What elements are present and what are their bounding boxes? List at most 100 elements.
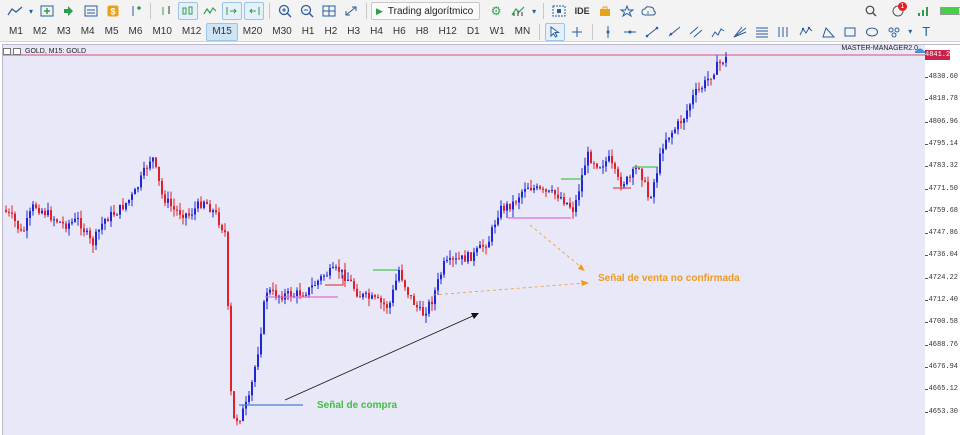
candle-body bbox=[656, 173, 658, 183]
candle-body bbox=[527, 187, 529, 190]
timeframe-button-m3[interactable]: M3 bbox=[52, 23, 76, 41]
candle-body bbox=[308, 287, 310, 295]
algo-trading-button[interactable]: ▶ Trading algorítmico bbox=[371, 2, 481, 20]
expert-advisor-name: MASTER-MANAGER2.0 bbox=[841, 45, 918, 52]
crosshair-icon[interactable] bbox=[567, 23, 587, 41]
chevron-down-icon[interactable]: ▾ bbox=[906, 23, 914, 41]
tile-windows-icon[interactable] bbox=[319, 2, 339, 20]
trendline-icon[interactable] bbox=[642, 23, 662, 41]
market-bag-icon[interactable] bbox=[595, 2, 615, 20]
chevron-down-icon[interactable]: ▾ bbox=[530, 2, 538, 20]
candle-body bbox=[458, 258, 460, 260]
price-chart[interactable] bbox=[2, 44, 926, 435]
timeframe-button-m15[interactable]: M15 bbox=[206, 22, 238, 41]
candle-body bbox=[140, 175, 142, 188]
pitchfork-icon[interactable] bbox=[708, 23, 728, 41]
candle-body bbox=[332, 267, 334, 269]
candle-body bbox=[20, 229, 22, 231]
zoom-out-icon[interactable] bbox=[297, 2, 317, 20]
timeframe-button-m20[interactable]: M20 bbox=[238, 23, 267, 41]
candle-body bbox=[71, 221, 73, 224]
timeframe-button-h12[interactable]: H12 bbox=[433, 23, 461, 41]
candle-body bbox=[482, 244, 484, 247]
horizontal-line-icon[interactable] bbox=[620, 23, 640, 41]
candle-body bbox=[716, 61, 718, 75]
expert-advisor-hat-icon[interactable] bbox=[915, 45, 925, 54]
candle-body bbox=[545, 189, 547, 192]
candle-body bbox=[26, 218, 28, 231]
shapes-icon[interactable] bbox=[884, 23, 904, 41]
screenshot-icon[interactable] bbox=[549, 2, 569, 20]
axis-tick bbox=[925, 166, 928, 168]
candle-body bbox=[662, 148, 664, 154]
candle-body bbox=[119, 204, 121, 215]
timeframe-button-m10[interactable]: M10 bbox=[147, 23, 176, 41]
timeframe-button-m1[interactable]: M1 bbox=[4, 23, 28, 41]
rectangle-shape-icon[interactable] bbox=[840, 23, 860, 41]
timeframe-button-m12[interactable]: M12 bbox=[177, 23, 206, 41]
fibonacci-levels-icon[interactable] bbox=[752, 23, 772, 41]
candle-body bbox=[77, 218, 79, 220]
candle-body bbox=[65, 223, 67, 229]
search-icon[interactable] bbox=[861, 2, 881, 20]
ide-button[interactable]: IDE bbox=[571, 2, 593, 20]
timeframe-button-mn[interactable]: MN bbox=[510, 23, 536, 41]
chart-type-icon[interactable] bbox=[5, 2, 25, 20]
timeframe-button-d1[interactable]: D1 bbox=[462, 23, 485, 41]
candle-body bbox=[272, 289, 274, 291]
symbol-header: GOLD, M15: GOLD bbox=[25, 47, 87, 55]
vps-cloud-icon[interactable] bbox=[639, 2, 659, 20]
candle-body bbox=[209, 204, 211, 213]
elliott-wave-icon[interactable] bbox=[796, 23, 816, 41]
text-tool-icon[interactable]: T bbox=[916, 23, 936, 41]
bar-chart-icon[interactable] bbox=[156, 2, 176, 20]
timeframe-button-h4[interactable]: H4 bbox=[365, 23, 388, 41]
zoom-in-icon[interactable] bbox=[275, 2, 295, 20]
new-order-icon[interactable] bbox=[125, 2, 145, 20]
dollar-icon[interactable]: $ bbox=[103, 2, 123, 20]
chevron-down-icon[interactable]: ▾ bbox=[27, 2, 35, 20]
timeframe-button-m4[interactable]: M4 bbox=[76, 23, 100, 41]
timeframe-button-h8[interactable]: H8 bbox=[411, 23, 434, 41]
candle-body bbox=[389, 302, 391, 308]
signals-icon[interactable] bbox=[617, 2, 637, 20]
channel-icon[interactable] bbox=[686, 23, 706, 41]
candle-body bbox=[47, 210, 49, 216]
line-chart-icon[interactable] bbox=[200, 2, 220, 20]
new-chart-icon[interactable] bbox=[37, 2, 57, 20]
ray-line-icon[interactable] bbox=[664, 23, 684, 41]
timeframe-button-m30[interactable]: M30 bbox=[267, 23, 296, 41]
settings-gear-icon[interactable]: ⚙ bbox=[486, 2, 506, 20]
fullscreen-icon[interactable] bbox=[341, 2, 361, 20]
chart-shift-icon[interactable] bbox=[244, 2, 264, 20]
chart-canvas[interactable] bbox=[3, 45, 926, 435]
cursor-icon[interactable] bbox=[545, 22, 566, 41]
timeframe-button-h2[interactable]: H2 bbox=[320, 23, 343, 41]
ellipse-shape-icon[interactable] bbox=[862, 23, 882, 41]
candle-body bbox=[101, 223, 103, 230]
timeframe-button-w1[interactable]: W1 bbox=[485, 23, 510, 41]
timeframe-button-h3[interactable]: H3 bbox=[342, 23, 365, 41]
vertical-line-icon[interactable] bbox=[598, 23, 618, 41]
timeframe-button-m6[interactable]: M6 bbox=[124, 23, 148, 41]
price-axis[interactable]: 4830.60 4818.78 4806.96 4795.14 4783.32 4771.… bbox=[925, 44, 960, 435]
candle-body bbox=[701, 88, 703, 90]
candle-body bbox=[713, 74, 715, 79]
fibonacci-fan-icon[interactable] bbox=[730, 23, 750, 41]
candle-body bbox=[236, 418, 238, 421]
notifications-icon[interactable]: 1 bbox=[888, 2, 908, 20]
indicators-icon[interactable] bbox=[508, 2, 528, 20]
timeframe-button-m2[interactable]: M2 bbox=[28, 23, 52, 41]
signal-strength-icon[interactable] bbox=[913, 2, 933, 20]
candle-body bbox=[620, 176, 622, 187]
timeframe-button-m5[interactable]: M5 bbox=[100, 23, 124, 41]
terminal-icon[interactable] bbox=[81, 2, 101, 20]
timeframe-button-h6[interactable]: H6 bbox=[388, 23, 411, 41]
market-watch-icon[interactable] bbox=[59, 2, 79, 20]
candlestick-icon[interactable] bbox=[178, 2, 198, 20]
candle-body bbox=[470, 252, 472, 261]
triangle-shape-icon[interactable] bbox=[818, 23, 838, 41]
autoscroll-icon[interactable] bbox=[222, 2, 242, 20]
gann-icon[interactable] bbox=[774, 23, 794, 41]
timeframe-button-h1[interactable]: H1 bbox=[297, 23, 320, 41]
